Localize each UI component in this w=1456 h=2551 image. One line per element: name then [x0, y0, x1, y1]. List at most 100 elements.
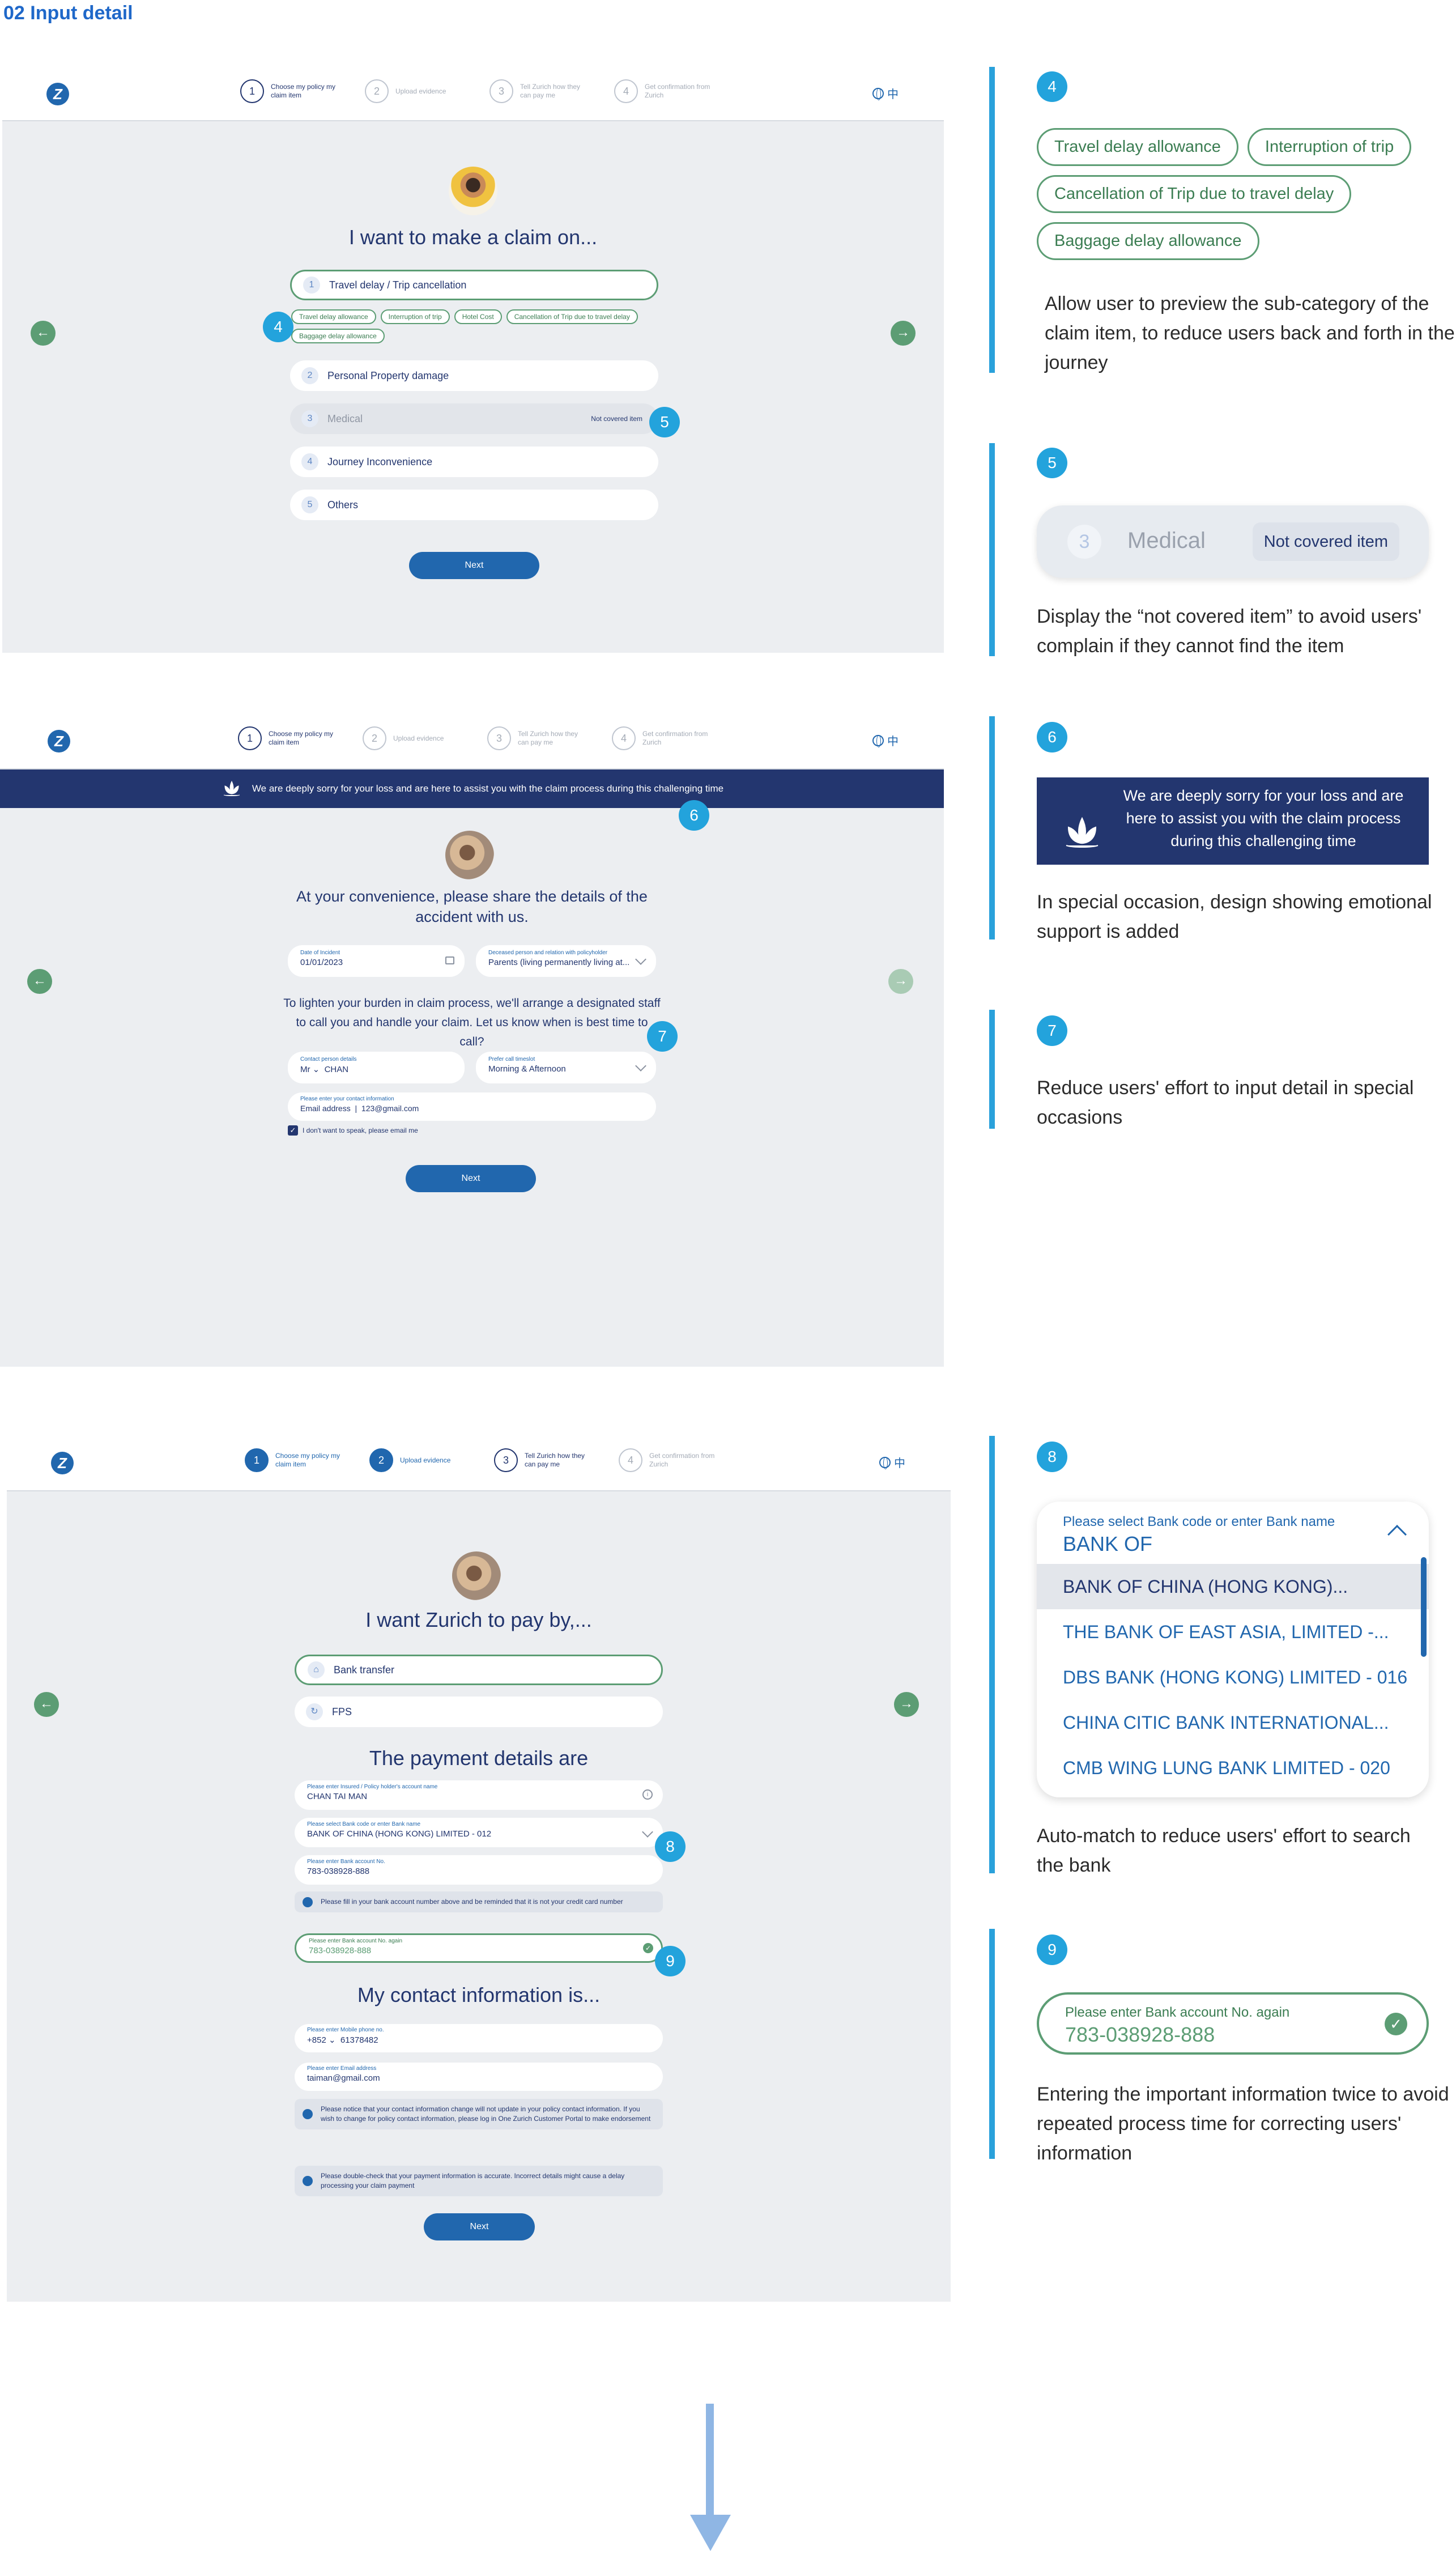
- annotation-badge-4: 4: [1037, 71, 1067, 102]
- step-2[interactable]: 2 Upload evidence: [369, 1448, 494, 1472]
- step-2[interactable]: 2 Upload evidence: [363, 726, 487, 750]
- email-field[interactable]: Please enter Email address taiman@gmail.c…: [295, 2063, 663, 2091]
- relation-select[interactable]: Deceased person and relation with policy…: [476, 945, 656, 977]
- step-2[interactable]: 2 Upload evidence: [365, 79, 489, 103]
- name-value: CHAN: [324, 1065, 349, 1074]
- next-arrow-button[interactable]: →: [891, 321, 916, 346]
- method-bank-transfer[interactable]: ⌂ Bank transfer: [295, 1655, 663, 1685]
- chevron-down-icon: [635, 954, 646, 965]
- prev-arrow-button[interactable]: ←: [31, 321, 56, 346]
- next-button[interactable]: Next: [424, 2213, 535, 2240]
- next-arrow-button[interactable]: →: [894, 1692, 919, 1717]
- next-button[interactable]: Next: [409, 552, 539, 579]
- step-number: 4: [619, 1448, 642, 1472]
- checkbox[interactable]: ✓: [288, 1125, 298, 1136]
- contact-person-field[interactable]: Contact person details Mr ⌄ CHAN: [288, 1052, 465, 1083]
- annotation-badge-6: 6: [1037, 722, 1067, 752]
- bank-option[interactable]: DBS BANK (HONG KONG) LIMITED - 016: [1037, 1655, 1429, 1700]
- step-number: 3: [494, 1448, 518, 1472]
- field-label: Deceased person and relation with policy…: [488, 950, 608, 956]
- annotation-badge-6: 6: [679, 800, 709, 831]
- claim-item-travel[interactable]: 1 Travel delay / Trip cancellation: [290, 270, 658, 300]
- bank-account-field[interactable]: Please enter Bank account No. 783-038928-…: [295, 1855, 663, 1885]
- prev-arrow-button[interactable]: ←: [27, 969, 52, 994]
- claim-item-property[interactable]: 2 Personal Property damage: [290, 360, 658, 391]
- avatar: [449, 167, 497, 215]
- bank-option[interactable]: CMB WING LUNG BANK LIMITED - 020: [1037, 1745, 1429, 1791]
- bank-select[interactable]: Please select Bank code or enter Bank na…: [295, 1818, 663, 1847]
- step-3[interactable]: 3 Tell Zurich how they can pay me: [494, 1448, 619, 1472]
- annotation-bar-7: [989, 1010, 995, 1129]
- language-switch[interactable]: 中: [879, 1454, 905, 1470]
- annotation-bar-4: [989, 67, 995, 373]
- chip-cancellation[interactable]: Cancellation of Trip due to travel delay: [1037, 175, 1352, 213]
- email-prefix: Email address: [300, 1104, 351, 1113]
- zurich-logo[interactable]: Z: [46, 83, 69, 105]
- chip-baggage-delay[interactable]: Baggage delay allowance: [1037, 222, 1259, 260]
- title-select[interactable]: Mr: [300, 1065, 310, 1074]
- screen-claim-item: Z 1 Choose my policy my claim item 2 Uploa…: [2, 66, 944, 653]
- country-code-select[interactable]: +852: [307, 2035, 326, 2045]
- claim-item-others[interactable]: 5 Others: [290, 490, 658, 520]
- contact-email-field[interactable]: Please enter your contact information Ema…: [288, 1092, 656, 1121]
- zurich-logo[interactable]: Z: [51, 1452, 74, 1474]
- step-4[interactable]: 4 Get confirmation from Zurich: [619, 1448, 743, 1472]
- field-value: BANK OF: [1063, 1532, 1153, 1555]
- field-label: Please enter Bank account No. again: [309, 1938, 403, 1944]
- next-arrow-button[interactable]: →: [888, 969, 913, 994]
- claim-heading: I want to make a claim on...: [348, 226, 598, 249]
- step-4[interactable]: 4 Get confirmation from Zurich: [614, 79, 739, 103]
- claim-item-journey[interactable]: 4 Journey Inconvenience: [290, 447, 658, 477]
- step-1[interactable]: 1 Choose my policy my claim item: [245, 1448, 369, 1472]
- step-label: Tell Zurich how they can pay me: [520, 83, 581, 99]
- bank-option[interactable]: CHINA CITIC BANK INTERNATIONAL...: [1037, 1700, 1429, 1745]
- call-timeslot-select[interactable]: Prefer call timeslot Morning & Afternoon: [476, 1052, 656, 1083]
- accident-heading: At your convenience, please share the de…: [296, 888, 648, 925]
- chip-hotel-cost[interactable]: Hotel Cost: [454, 309, 502, 324]
- field-value: +852 ⌄ 61378482: [307, 2035, 378, 2045]
- step-1[interactable]: 1 Choose my policy my claim item: [238, 726, 363, 750]
- mobile-phone-field[interactable]: Please enter Mobile phone no. +852 ⌄ 6137…: [295, 2024, 663, 2052]
- check-circle-icon: ✓: [1385, 2013, 1407, 2035]
- step-3[interactable]: 3 Tell Zurich how they can pay me: [489, 79, 614, 103]
- step-label: Get confirmation from Zurich: [642, 730, 708, 746]
- field-label: Please select Bank code or enter Bank na…: [307, 1821, 421, 1827]
- email-only-checkbox-row[interactable]: ✓ I don't want to speak, please email me: [288, 1125, 418, 1136]
- next-button[interactable]: Next: [406, 1165, 536, 1192]
- contact-change-note: Please notice that your contact informat…: [295, 2099, 663, 2129]
- medical-not-covered-card: 3 Medical Not covered item: [1037, 505, 1429, 578]
- step-number: 2: [365, 79, 389, 103]
- claim-item-label: Others: [327, 499, 359, 511]
- chip-interruption[interactable]: Interruption of trip: [380, 309, 450, 324]
- screen-payment-details: Z 1 Choose my policy my claim item 2 Uploa…: [7, 1435, 951, 2302]
- bank-search-field[interactable]: Please select Bank code or enter Bank na…: [1037, 1502, 1429, 1564]
- step-4[interactable]: 4 Get confirmation from Zurich: [612, 726, 736, 750]
- date-of-incident-field[interactable]: Date of Incident 01/01/2023: [288, 945, 465, 977]
- condolence-banner: We are deeply sorry for your loss and ar…: [0, 769, 944, 808]
- chip-baggage-delay[interactable]: Baggage delay allowance: [291, 329, 385, 343]
- language-switch[interactable]: 中: [872, 732, 899, 749]
- chip-interruption[interactable]: Interruption of trip: [1247, 128, 1412, 166]
- bank-option[interactable]: THE BANK OF EAST ASIA, LIMITED -...: [1037, 1609, 1429, 1655]
- field-value: Morning & Afternoon: [488, 1064, 566, 1074]
- bank-autocomplete-dropdown[interactable]: Please select Bank code or enter Bank na…: [1037, 1502, 1429, 1797]
- chip-cancellation[interactable]: Cancellation of Trip due to travel delay: [506, 309, 638, 324]
- chip-travel-delay[interactable]: Travel delay allowance: [291, 309, 376, 324]
- chip-travel-delay[interactable]: Travel delay allowance: [1037, 128, 1238, 166]
- language-label: 中: [887, 735, 899, 748]
- dropdown-scrollbar[interactable]: [1421, 1557, 1427, 1657]
- method-fps[interactable]: ↻ FPS: [295, 1697, 663, 1727]
- prev-arrow-button[interactable]: ←: [34, 1692, 59, 1717]
- bank-account-confirm-field[interactable]: Please enter Bank account No. again 783-0…: [295, 1933, 663, 1963]
- language-switch[interactable]: 中: [872, 85, 899, 101]
- avatar: [452, 1551, 501, 1600]
- account-name-field[interactable]: Please enter Insured / Policy holder's a…: [295, 1780, 663, 1810]
- bank-account-confirm-preview[interactable]: Please enter Bank account No. again 783-…: [1037, 1992, 1429, 2055]
- step-3[interactable]: 3 Tell Zurich how they can pay me: [487, 726, 612, 750]
- bank-option[interactable]: BANK OF CHINA (HONG KONG)...: [1037, 1564, 1429, 1609]
- info-icon[interactable]: i: [642, 1789, 653, 1800]
- zurich-logo[interactable]: Z: [48, 730, 70, 752]
- step-1[interactable]: 1 Choose my policy my claim item: [240, 79, 365, 103]
- step-label: Choose my policy my claim item: [275, 1452, 340, 1468]
- annotation-badge-7: 7: [647, 1021, 678, 1052]
